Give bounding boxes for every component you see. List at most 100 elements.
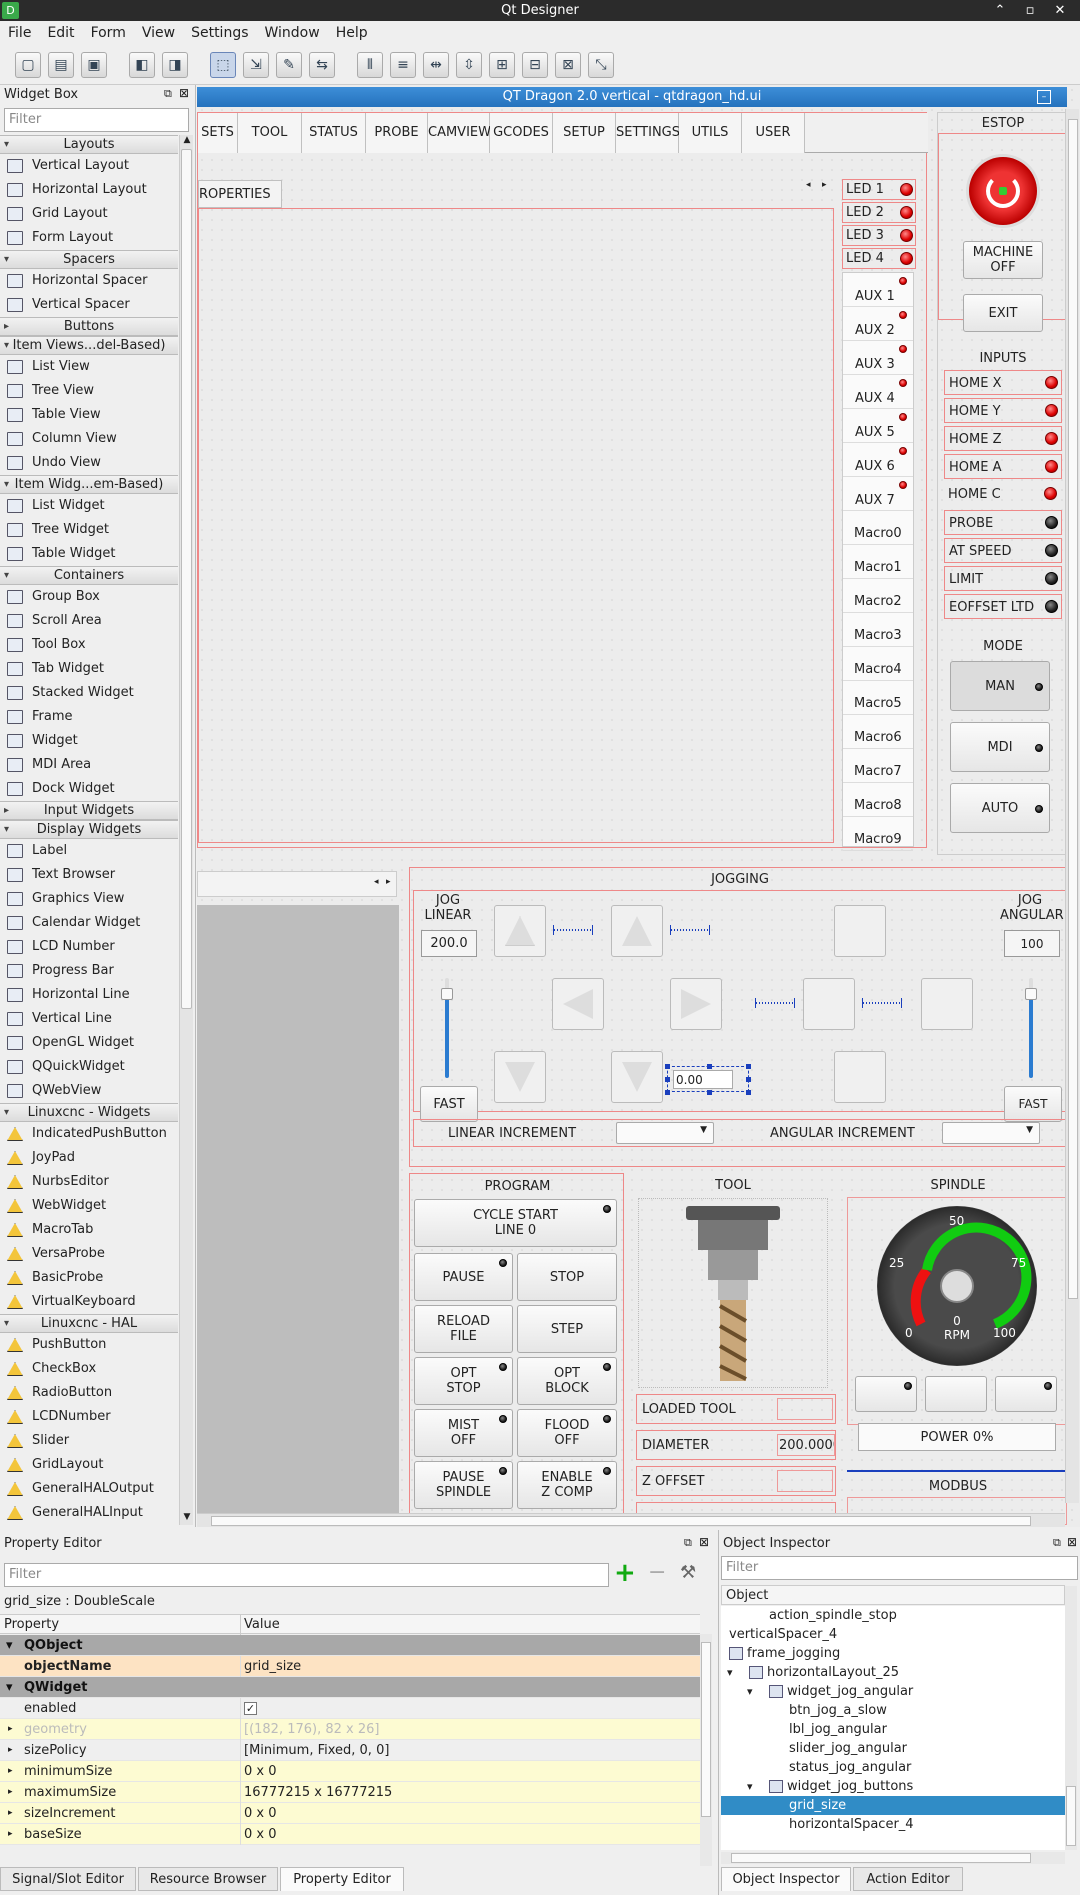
- jog-y-plus-button[interactable]: [611, 905, 663, 957]
- property-scroll-thumb[interactable]: [701, 1642, 711, 1817]
- jog-c-minus-button[interactable]: [803, 978, 855, 1030]
- aux-button[interactable]: AUX 6: [843, 443, 913, 477]
- bottom-tab[interactable]: Signal/Slot Editor: [0, 1867, 136, 1891]
- widget-item[interactable]: Column View: [0, 427, 178, 451]
- macro-button[interactable]: Macro3: [843, 613, 913, 647]
- spindle-fwd-button[interactable]: [995, 1376, 1057, 1412]
- object-filter-input[interactable]: Filter: [721, 1556, 1078, 1580]
- expand-icon[interactable]: ▸: [8, 1824, 13, 1845]
- break-layout-icon[interactable]: ⊠: [555, 52, 581, 78]
- object-tree-item[interactable]: grid_size: [721, 1796, 1065, 1815]
- spindle-rev-button[interactable]: [855, 1376, 917, 1412]
- widget-item[interactable]: Calendar Widget: [0, 911, 178, 935]
- widget-item[interactable]: QWebView: [0, 1079, 178, 1103]
- aux-button[interactable]: AUX 3: [843, 341, 913, 375]
- jog-linear-fast-button[interactable]: FAST: [420, 1086, 478, 1122]
- menu-help[interactable]: Help: [328, 21, 376, 45]
- macro-button[interactable]: Macro0: [843, 511, 913, 545]
- category-header[interactable]: Linuxcnc - Widgets: [0, 1103, 178, 1122]
- angular-increment-combo[interactable]: ▼: [942, 1122, 1040, 1144]
- menu-window[interactable]: Window: [257, 21, 328, 45]
- layout-form-icon[interactable]: ⊞: [489, 52, 515, 78]
- layout-h-splitter-icon[interactable]: ⇹: [423, 52, 449, 78]
- object-tree-item[interactable]: btn_jog_a_slow: [721, 1701, 1065, 1720]
- widget-item[interactable]: Tool Box: [0, 633, 178, 657]
- expand-icon[interactable]: ▾: [727, 1663, 733, 1682]
- menu-settings[interactable]: Settings: [183, 21, 256, 45]
- category-header[interactable]: Item Widg...em-Based): [0, 475, 178, 494]
- layout-v-splitter-icon[interactable]: ⇳: [456, 52, 482, 78]
- widget-item[interactable]: CheckBox: [0, 1357, 178, 1381]
- tab-gcodes[interactable]: GCODES: [490, 113, 553, 153]
- new-form-icon[interactable]: ▢: [15, 52, 41, 78]
- minimize-icon[interactable]: ⌃: [990, 0, 1010, 21]
- widget-item[interactable]: VirtualKeyboard: [0, 1290, 178, 1314]
- macro-button[interactable]: Macro7: [843, 749, 913, 783]
- aux-button[interactable]: AUX 4: [843, 375, 913, 409]
- menu-view[interactable]: View: [134, 21, 183, 45]
- spindle-stop-button[interactable]: [925, 1376, 987, 1412]
- program-button[interactable]: PAUSE: [414, 1253, 513, 1301]
- property-row[interactable]: ▾ QWidget: [0, 1677, 700, 1698]
- macro-button[interactable]: Macro6: [843, 715, 913, 749]
- property-row[interactable]: ▸ maximumSize 16777215 x 16777215: [0, 1782, 700, 1803]
- widget-item[interactable]: MacroTab: [0, 1218, 178, 1242]
- edit-buddies-icon[interactable]: ✎: [276, 52, 302, 78]
- jog-angular-fast-button[interactable]: FAST: [1004, 1086, 1062, 1122]
- open-form-icon[interactable]: ▤: [48, 52, 74, 78]
- aux-button[interactable]: AUX 1: [843, 273, 913, 307]
- widget-item[interactable]: Table View: [0, 403, 178, 427]
- expand-icon[interactable]: ▸: [8, 1761, 13, 1782]
- program-button[interactable]: RELOAD FILE: [414, 1305, 513, 1353]
- property-scrollbar[interactable]: [700, 1634, 712, 1866]
- widget-item[interactable]: Slider: [0, 1429, 178, 1453]
- expand-icon[interactable]: ▸: [8, 1782, 13, 1803]
- object-tree-item[interactable]: horizontalSpacer_4: [721, 1815, 1065, 1834]
- bottom-tab[interactable]: Action Editor: [853, 1867, 963, 1891]
- property-value[interactable]: 0 x 0: [244, 1803, 277, 1824]
- widget-item[interactable]: RadioButton: [0, 1381, 178, 1405]
- macro-button[interactable]: Macro1: [843, 545, 913, 579]
- object-tree-item[interactable]: action_spindle_stop: [721, 1606, 1065, 1625]
- widget-item[interactable]: Vertical Layout: [0, 154, 178, 178]
- object-scrollbar[interactable]: [1065, 1586, 1077, 1850]
- widget-item[interactable]: BasicProbe: [0, 1266, 178, 1290]
- menu-file[interactable]: File: [0, 21, 39, 45]
- widget-item[interactable]: Progress Bar: [0, 959, 178, 983]
- widget-item[interactable]: GeneralHALInput: [0, 1501, 178, 1525]
- jog-z-plus-button[interactable]: [494, 905, 546, 957]
- widget-item[interactable]: Vertical Spacer: [0, 293, 178, 317]
- object-tree-item[interactable]: slider_jog_angular: [721, 1739, 1065, 1758]
- property-row[interactable]: ▸ sizePolicy [Minimum, Fixed, 0, 0]: [0, 1740, 700, 1761]
- widget-item[interactable]: Form Layout: [0, 226, 178, 250]
- category-header[interactable]: Buttons: [0, 317, 178, 336]
- property-value[interactable]: [Minimum, Fixed, 0, 0]: [244, 1740, 389, 1761]
- widget-item[interactable]: GeneralHALOutput: [0, 1477, 178, 1501]
- layout-horizontal-icon[interactable]: ⦀: [357, 52, 383, 78]
- widget-item[interactable]: QQuickWidget: [0, 1055, 178, 1079]
- expand-icon[interactable]: ▾: [747, 1682, 753, 1701]
- aux-button[interactable]: AUX 2: [843, 307, 913, 341]
- category-header[interactable]: Item Views...del-Based): [0, 336, 178, 355]
- form-h-scroll-thumb[interactable]: [211, 1516, 1031, 1526]
- widget-item[interactable]: VersaProbe: [0, 1242, 178, 1266]
- expand-icon[interactable]: ▾: [747, 1777, 753, 1796]
- widget-item[interactable]: LCDNumber: [0, 1405, 178, 1429]
- layout-grid-icon[interactable]: ⊟: [522, 52, 548, 78]
- tab-properties[interactable]: ROPERTIES: [198, 180, 282, 208]
- float-icon[interactable]: ⧉: [164, 87, 172, 101]
- expand-icon[interactable]: ▸: [8, 1803, 13, 1824]
- program-button[interactable]: ENABLE Z COMP: [517, 1461, 617, 1509]
- property-row[interactable]: ▸ baseSize 0 x 0: [0, 1824, 700, 1845]
- jog-a-plus-button[interactable]: [834, 905, 886, 957]
- exit-button[interactable]: EXIT: [963, 294, 1043, 332]
- category-header[interactable]: Spacers: [0, 250, 178, 269]
- category-header[interactable]: Layouts: [0, 135, 178, 154]
- property-value[interactable]: grid_size: [244, 1656, 301, 1677]
- widget-item[interactable]: LCD Number: [0, 935, 178, 959]
- bottom-tab[interactable]: Property Editor: [280, 1867, 404, 1891]
- enabled-checkbox[interactable]: ✓: [244, 1702, 257, 1715]
- property-row[interactable]: ▾ QObject: [0, 1635, 700, 1656]
- menu-form[interactable]: Form: [83, 21, 134, 45]
- save-form-icon[interactable]: ▣: [81, 52, 107, 78]
